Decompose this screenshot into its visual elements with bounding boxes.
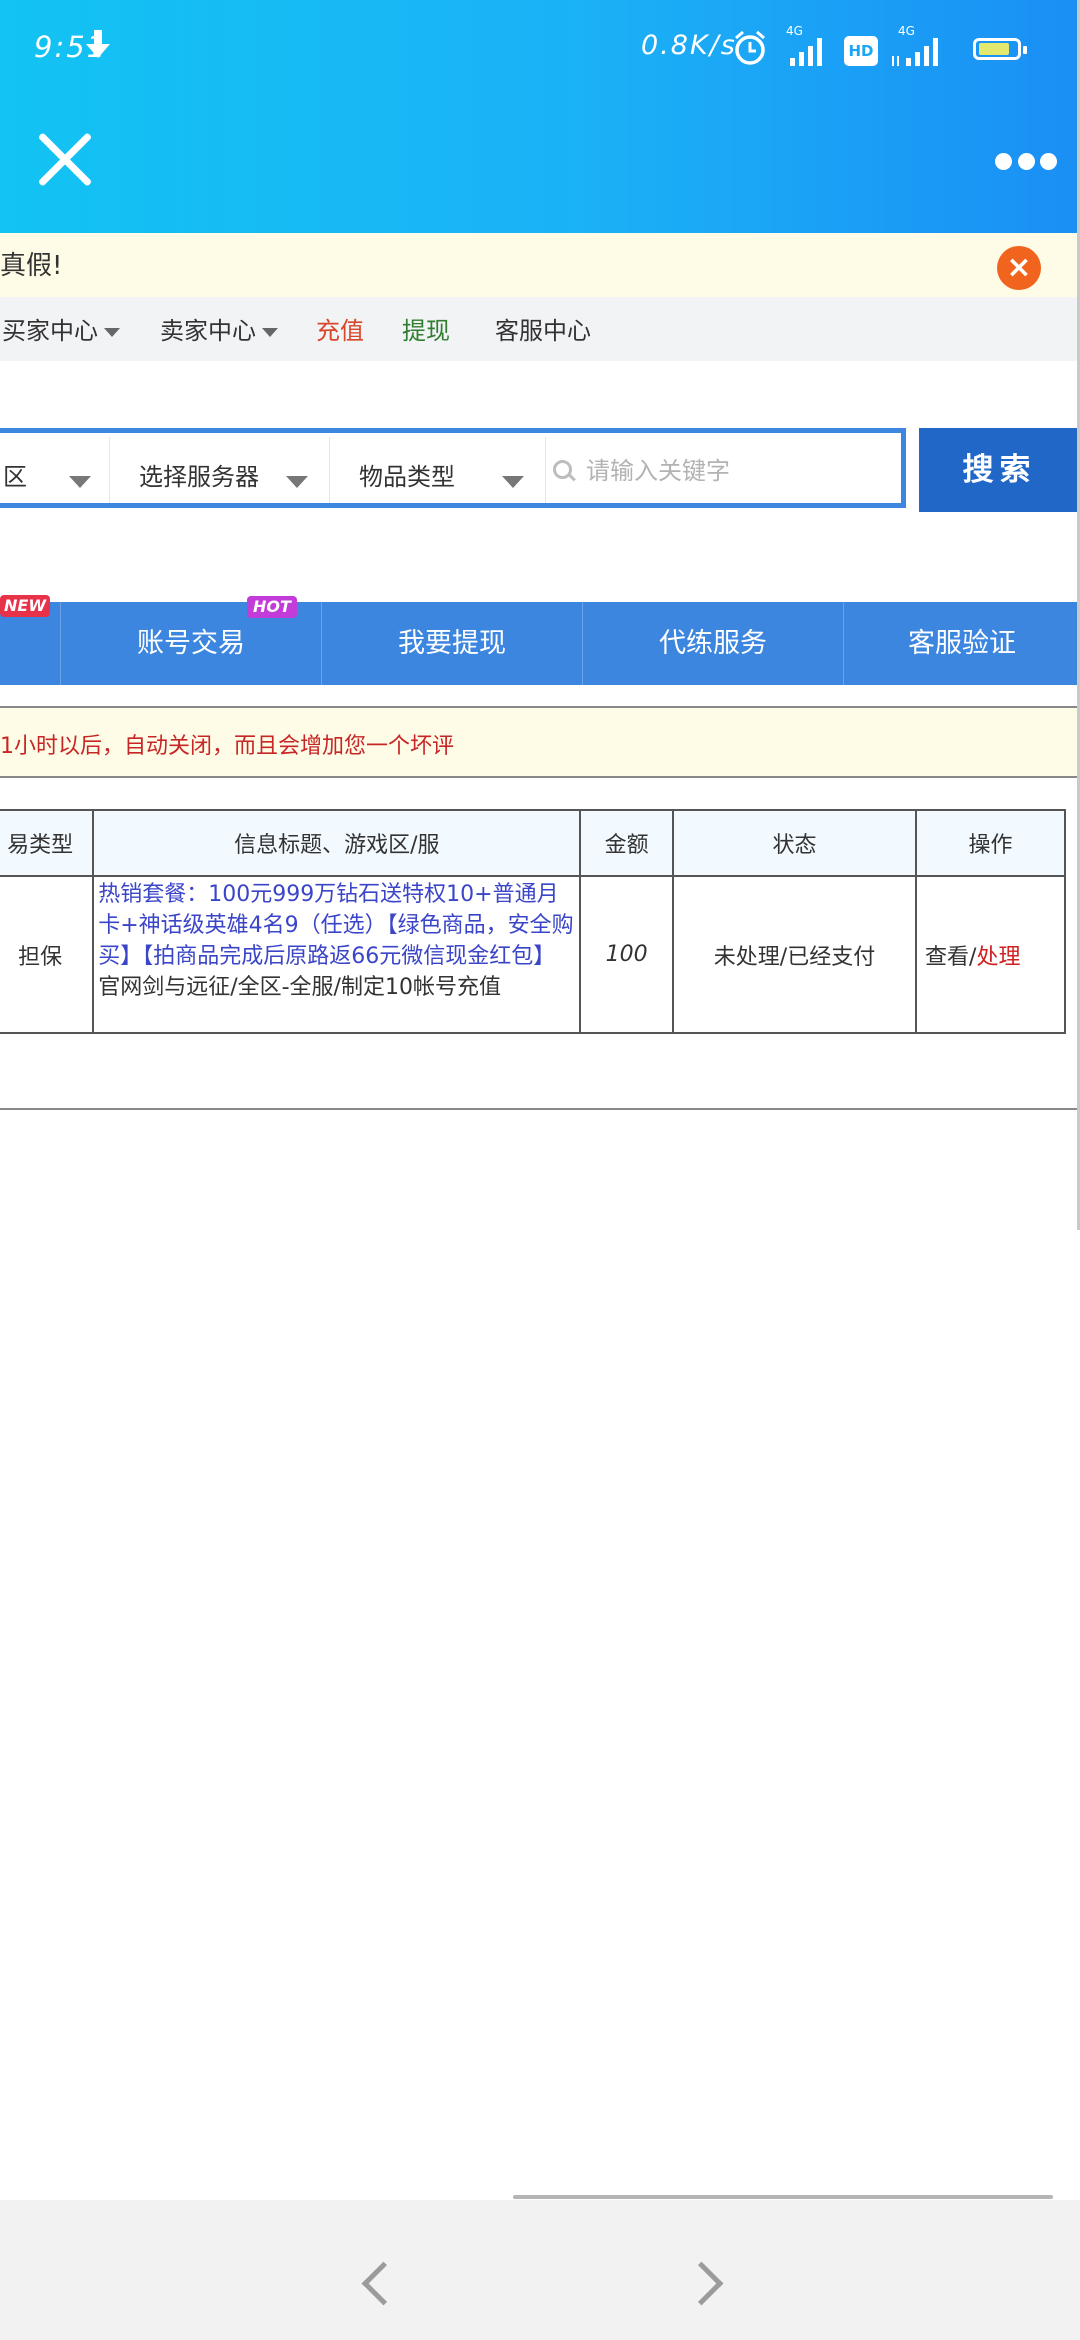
new-badge: NEW (0, 595, 50, 617)
col-trade-type: 易类型 (0, 809, 95, 877)
col-status: 状态 (671, 809, 918, 877)
chevron-down-icon (286, 476, 308, 488)
forward-arrow-icon[interactable] (679, 2261, 724, 2306)
horizontal-scrollbar[interactable] (513, 2195, 1053, 2199)
main-menu: 账号交易 我要提现 代练服务 客服验证 (0, 602, 1080, 685)
search-button[interactable]: 搜索 (919, 428, 1080, 512)
search-icon (553, 460, 575, 482)
menu-service-verify[interactable]: 客服验证 (844, 602, 1080, 685)
download-icon (84, 28, 112, 66)
search-input[interactable] (584, 448, 888, 494)
alarm-icon (733, 30, 767, 70)
bottom-nav-bar (0, 2200, 1080, 2340)
row-amount: 100 (579, 875, 674, 1034)
top-link-nav: 买家中心 卖家中心 充值 提现 客服中心 (0, 297, 1080, 361)
battery-icon (973, 38, 1027, 60)
chevron-down-icon (502, 476, 524, 488)
hot-badge: HOT (247, 596, 297, 618)
table-row: 担保 热销套餐：100元999万钻石送特权10+普通月卡+神话级英雄4名9（任选… (0, 875, 1066, 1034)
item-type-select[interactable]: 物品类型 (359, 457, 455, 492)
chevron-down-icon (69, 476, 91, 488)
col-amount: 金额 (579, 809, 674, 877)
menu-boosting-service[interactable]: 代练服务 (583, 602, 843, 685)
zone-select[interactable]: 区 (3, 457, 27, 492)
withdraw-link[interactable]: 提现 (402, 311, 450, 346)
order-table: 易类型 信息标题、游戏区/服 金额 状态 操作 担保 热销套餐：100元999万… (0, 809, 1066, 1034)
row-status: 未处理/已经支付 (671, 875, 918, 1034)
back-arrow-icon[interactable] (361, 2261, 406, 2306)
notice-close-icon[interactable]: × (997, 246, 1041, 290)
hd-icon: HD (844, 36, 878, 66)
row-title-link[interactable]: 热销套餐：100元999万钻石送特权10+普通月卡+神话级英雄4名9（任选）【绿… (98, 879, 575, 972)
warning-bar: 1小时以后，自动关闭，而且会增加您一个坏评 (0, 708, 1080, 776)
process-link[interactable]: 处理 (976, 945, 1020, 970)
notice-bar: 真假! (0, 233, 1080, 297)
row-title: 热销套餐：100元999万钻石送特权10+普通月卡+神话级英雄4名9（任选）【绿… (92, 875, 582, 1034)
notice-text: 真假! (0, 251, 63, 281)
warning-text: 1小时以后，自动关闭，而且会增加您一个坏评 (0, 734, 454, 759)
col-title: 信息标题、游戏区/服 (92, 809, 582, 877)
row-trade-type: 担保 (0, 875, 95, 1034)
row-game-server: 官网剑与远征/全区-全服/制定10帐号充值 (98, 975, 501, 1000)
status-net-speed: 0.8K/s (641, 30, 737, 61)
server-select[interactable]: 选择服务器 (139, 457, 259, 492)
app-header: 9:51 0.8K/s 4G HD 4G (0, 0, 1080, 233)
seller-center-link[interactable]: 卖家中心 (160, 311, 278, 346)
row-actions: 查看/处理 (915, 875, 1066, 1034)
chevron-down-icon (262, 327, 278, 337)
view-link[interactable]: 查看 (925, 945, 969, 970)
menu-withdraw[interactable]: 我要提现 (322, 602, 582, 685)
customer-service-link[interactable]: 客服中心 (495, 311, 591, 346)
col-actions: 操作 (915, 809, 1066, 877)
close-icon[interactable] (36, 130, 94, 188)
recharge-link[interactable]: 充值 (316, 311, 364, 346)
chevron-down-icon (104, 327, 120, 337)
buyer-center-link[interactable]: 买家中心 (2, 311, 120, 346)
more-menu-icon[interactable] (995, 153, 1057, 173)
